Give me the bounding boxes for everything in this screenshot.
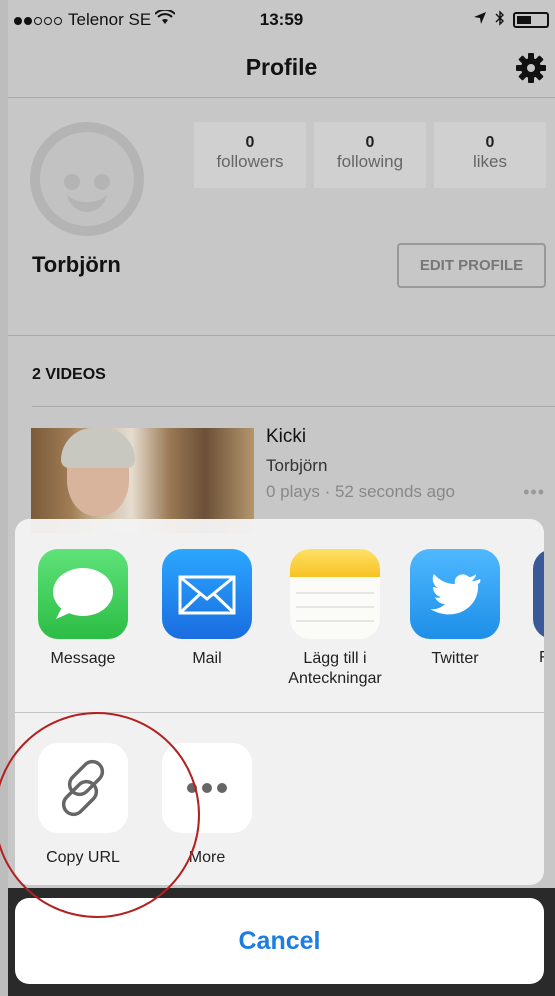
nav-bar: Profile xyxy=(8,40,555,98)
video-more-icon[interactable]: ••• xyxy=(523,482,545,503)
followers-label: followers xyxy=(216,152,284,171)
location-icon xyxy=(473,10,487,30)
following-label: following xyxy=(336,152,404,171)
share-app-label: Mail xyxy=(192,650,222,667)
share-app-label-partial: F xyxy=(539,649,544,666)
share-app-twitter[interactable]: Twitter xyxy=(409,549,501,669)
following-count: 0 xyxy=(365,134,375,151)
share-app-message[interactable]: Message xyxy=(37,549,129,669)
bluetooth-icon xyxy=(495,9,505,31)
avatar[interactable] xyxy=(30,122,144,236)
mail-icon xyxy=(162,549,252,639)
likes-stat[interactable]: 0 likes xyxy=(434,122,546,188)
followers-count: 0 xyxy=(245,134,255,151)
video-meta: 0 plays · 52 seconds ago xyxy=(266,482,456,501)
share-app-label: Lägg till i Anteckningar xyxy=(288,650,382,687)
facebook-icon[interactable] xyxy=(533,549,544,639)
status-right xyxy=(473,9,549,31)
share-app-notes[interactable]: Lägg till i Anteckningar xyxy=(285,549,385,689)
edit-profile-button[interactable]: EDIT PROFILE xyxy=(397,243,546,288)
video-author[interactable]: Torbjörn xyxy=(266,456,327,476)
gear-icon[interactable] xyxy=(515,52,547,84)
twitter-icon xyxy=(410,549,500,639)
notes-icon xyxy=(290,549,380,639)
share-app-label: Twitter xyxy=(431,650,479,667)
annotation-circle xyxy=(0,712,200,918)
divider xyxy=(32,406,555,407)
divider xyxy=(8,335,555,336)
share-app-mail[interactable]: Mail xyxy=(161,549,253,669)
page-title: Profile xyxy=(245,54,318,80)
share-apps-row: Message Mail Lägg till i Anteckningar Tw… xyxy=(15,519,544,712)
status-bar: Telenor SE 13:59 xyxy=(8,0,555,40)
video-title[interactable]: Kicki xyxy=(266,426,306,448)
battery-icon xyxy=(513,12,549,28)
profile-name: Torbjörn xyxy=(32,252,121,277)
avatar-eye xyxy=(64,174,80,190)
followers-stat[interactable]: 0 followers xyxy=(194,122,306,188)
message-icon xyxy=(38,549,128,639)
video-thumbnail[interactable] xyxy=(31,428,254,533)
likes-count: 0 xyxy=(485,134,495,151)
share-app-label: Message xyxy=(50,650,116,667)
avatar-mouth xyxy=(67,190,107,212)
thumbnail-hair xyxy=(61,428,135,468)
following-stat[interactable]: 0 following xyxy=(314,122,426,188)
likes-label: likes xyxy=(472,152,507,171)
videos-count-heading: 2 VIDEOS xyxy=(32,366,106,383)
avatar-eye xyxy=(94,174,110,190)
